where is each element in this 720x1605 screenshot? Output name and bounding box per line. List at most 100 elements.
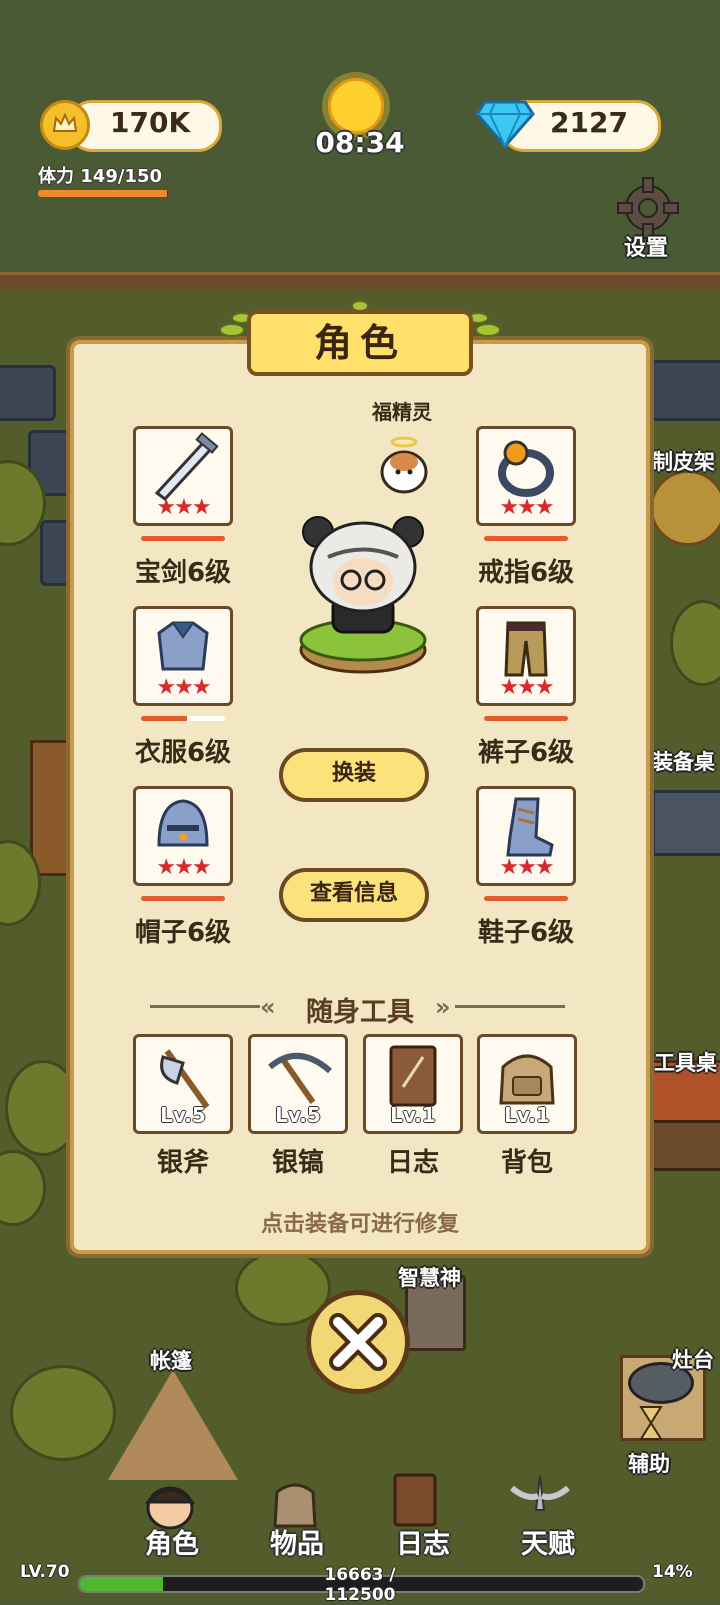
tool-label: 银斧 <box>156 1148 209 1178</box>
diamond-amount: 2127 <box>550 106 628 139</box>
sword-icon <box>154 432 219 502</box>
settings-label[interactable]: 设置 <box>624 230 668 262</box>
items-icon[interactable] <box>265 1476 325 1528</box>
tree <box>10 1365 116 1461</box>
xp-bar-fill <box>80 1577 164 1591</box>
tool-level: Lv.1 <box>504 1103 550 1127</box>
durability-bar-fill <box>484 536 568 541</box>
durability-bar <box>141 716 225 721</box>
equipment-slot[interactable]: ★★★ <box>476 606 576 706</box>
durability-bar <box>141 896 225 901</box>
change-outfit-button[interactable]: 换装 <box>279 748 429 802</box>
durability-bar <box>141 536 225 541</box>
axe-icon <box>160 1049 210 1109</box>
tent-label: 帐篷 <box>150 1349 192 1373</box>
equipment-slot[interactable]: ★★★ <box>133 606 233 706</box>
tab-journal-icon[interactable] <box>392 1472 438 1528</box>
equip-table[interactable] <box>652 790 720 856</box>
leather-rack[interactable] <box>650 470 720 546</box>
star-rating: ★★★ <box>156 495 211 520</box>
star-rating: ★★★ <box>499 495 554 520</box>
stamina-bar-fill <box>38 190 168 197</box>
stone-left <box>0 365 56 421</box>
stamina-label: 体力 149/150 <box>38 166 163 187</box>
tool-level: Lv.5 <box>275 1103 321 1127</box>
tool-level: Lv.1 <box>390 1103 436 1127</box>
star-rating: ★★★ <box>499 855 554 880</box>
view-info-button[interactable]: 查看信息 <box>279 868 429 922</box>
tool-table-base <box>648 1120 720 1171</box>
durability-bar <box>484 896 568 901</box>
tool-label: 银镐 <box>271 1148 324 1178</box>
leather-rack-label: 制皮架 <box>652 450 715 474</box>
durability-bar-fill <box>141 896 225 901</box>
equipment-slot[interactable]: ★★★ <box>133 786 233 886</box>
equipment-label: 裤子6级 <box>477 738 575 768</box>
equip-table-label: 装备桌 <box>652 750 715 774</box>
star-rating: ★★★ <box>156 675 211 700</box>
close-button[interactable] <box>306 1290 410 1394</box>
tools-title: 随身工具 <box>306 997 414 1028</box>
equipment-label: 衣服6级 <box>134 738 232 768</box>
tent[interactable] <box>108 1370 238 1480</box>
equipment-label: 戒指6级 <box>477 558 575 588</box>
pants-icon <box>504 621 548 677</box>
stove-label: 灶台 <box>672 1348 714 1372</box>
tab-character[interactable]: 角色 <box>122 1522 222 1561</box>
equipment-slot[interactable]: ★★★ <box>476 426 576 526</box>
backpack-icon <box>499 1054 555 1105</box>
panel-title-bar: 角色 <box>247 310 473 376</box>
equipment-slot[interactable]: ★★★ <box>133 426 233 526</box>
tool-table-label: 工具桌 <box>654 1051 717 1075</box>
pet-name: 福精灵 <box>372 400 432 424</box>
durability-bar-fill <box>141 716 188 721</box>
xp-progress: 16663 / 112500 <box>324 1565 396 1605</box>
hourglass-icon[interactable] <box>638 1405 664 1441</box>
tool-slot[interactable]: Lv.1 <box>363 1034 463 1134</box>
xp-percent: 14% <box>652 1562 693 1582</box>
tool-slot[interactable]: Lv.5 <box>133 1034 233 1134</box>
wisdom-statue-label: 智慧神 <box>398 1266 461 1290</box>
equipment-label: 鞋子6级 <box>477 918 575 948</box>
pickaxe-icon <box>268 1052 332 1105</box>
crown-coin-icon <box>40 100 90 150</box>
durability-bar <box>484 716 568 721</box>
helmet-icon <box>157 799 209 847</box>
tool-level: Lv.5 <box>160 1103 206 1127</box>
journal-icon <box>389 1045 437 1107</box>
armor-icon <box>157 621 209 671</box>
pet-spirit-icon[interactable] <box>374 432 434 494</box>
divider-left <box>150 1005 260 1008</box>
tab-items[interactable]: 物品 <box>247 1522 347 1561</box>
gold-amount: 170K <box>110 106 191 139</box>
star-rating: ★★★ <box>499 675 554 700</box>
star-rating: ★★★ <box>156 855 211 880</box>
repair-hint: 点击装备可进行修复 <box>260 1212 459 1237</box>
equipment-slot[interactable]: ★★★ <box>476 786 576 886</box>
tool-label: 日志 <box>386 1148 439 1178</box>
tool-slot[interactable]: Lv.1 <box>477 1034 577 1134</box>
close-icon <box>329 1313 387 1371</box>
tab-talent[interactable]: 天赋 <box>498 1522 598 1561</box>
boots-icon <box>506 797 554 857</box>
panel-title: 角色 <box>313 321 406 365</box>
stamina-bar <box>38 190 168 197</box>
durability-bar <box>484 536 568 541</box>
game-clock: 08:34 <box>315 126 405 159</box>
talent-icon[interactable] <box>508 1470 572 1526</box>
tab-journal[interactable]: 日志 <box>373 1522 473 1561</box>
divider-right <box>455 1005 565 1008</box>
tool-label: 背包 <box>500 1148 553 1178</box>
tool-slot[interactable]: Lv.5 <box>248 1034 348 1134</box>
character-avatar[interactable] <box>288 512 438 682</box>
durability-bar-fill <box>141 536 225 541</box>
stone-right <box>650 360 720 421</box>
assist-label[interactable]: 辅助 <box>628 1448 670 1478</box>
diamond-icon <box>475 98 535 150</box>
fence <box>0 272 720 289</box>
player-level: LV.70 <box>20 1562 70 1582</box>
equipment-label: 帽子6级 <box>134 918 232 948</box>
ring-icon <box>498 440 554 497</box>
durability-bar-fill <box>484 716 568 721</box>
equipment-label: 宝剑6级 <box>134 558 232 588</box>
